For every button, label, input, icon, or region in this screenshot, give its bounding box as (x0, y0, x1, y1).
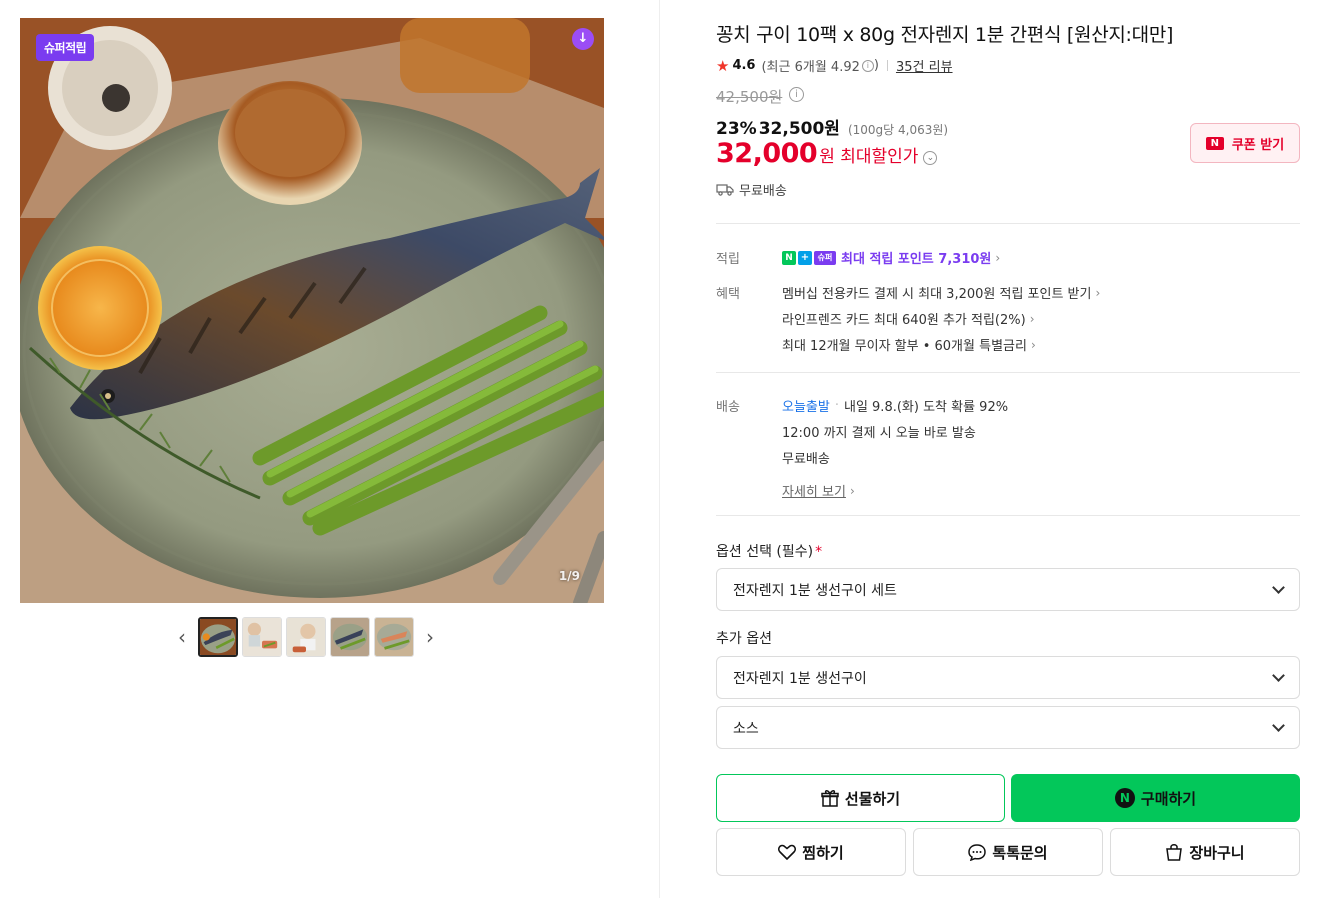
delivery-detail-link[interactable]: 자세히 보기 › (782, 481, 1008, 501)
benefit-item[interactable]: 최대 12개월 무이자 할부 • 60개월 특별금리 › (782, 335, 1100, 355)
benefit-text: 멤버십 전용카드 결제 시 최대 3,200원 적립 포인트 받기 (782, 287, 1092, 302)
cart-button[interactable]: 장바구니 (1110, 828, 1300, 876)
section-divider (716, 223, 1300, 224)
download-icon[interactable]: ↓ (572, 28, 594, 50)
naverpay-plus-super-icon: N + 슈퍼 (782, 250, 836, 265)
thumbnail-4[interactable] (330, 617, 370, 657)
thumbnail-strip: ‹ › (170, 617, 442, 657)
info-icon[interactable]: i (861, 59, 874, 72)
chevron-down-icon (1272, 668, 1285, 682)
heart-icon (778, 844, 797, 860)
extra-option-label: 추가 옵션 (716, 631, 772, 647)
thumbnail-3[interactable] (286, 617, 326, 657)
chevron-down-icon (1272, 718, 1285, 732)
gift-button-label: 선물하기 (844, 789, 901, 808)
shipping-text: 무료배송 (739, 184, 787, 199)
talk-inquiry-button-label: 톡톡문의 (992, 843, 1048, 862)
super-points-badge: 슈퍼적립 (36, 34, 95, 61)
required-option-select[interactable]: 전자렌지 1분 생선구이 세트 (716, 568, 1300, 611)
price-info-icon[interactable]: i (789, 87, 804, 102)
sale-price-row: 23% 32,500원 (100g당 4,063원) (716, 114, 948, 139)
product-main-image[interactable]: 슈퍼적립 ↓ 1/9 (20, 18, 604, 603)
talk-inquiry-button[interactable]: 톡톡문의 (913, 828, 1103, 876)
truck-icon (716, 184, 734, 196)
benefit-text: 라인프렌즈 카드 최대 640원 추가 적립(2%) (782, 313, 1026, 328)
rating-row: ★ 4.6 (최근 6개월 4.92 i ) 35건 리뷰 (716, 56, 953, 76)
chevron-left-icon[interactable]: ‹ (170, 617, 194, 657)
required-option-text: 옵션 선택 (필수) (716, 544, 814, 560)
required-option-label: 옵션 선택 (필수) * (716, 544, 823, 560)
sale-price: 32,500원 (758, 119, 840, 139)
thumbnail-2[interactable] (242, 617, 282, 657)
benefits-row: 혜택 멤버십 전용카드 결제 시 최대 3,200원 적립 포인트 받기 › 라인… (716, 283, 1101, 355)
points-row: 적립 N + 슈퍼 최대 적립 포인트 7,310원 › (716, 248, 1000, 267)
chevron-right-icon: › (1030, 337, 1036, 352)
thumbnail-5[interactable] (374, 617, 414, 657)
section-divider (716, 515, 1300, 516)
today-ship-label: 오늘출발 (782, 400, 830, 415)
review-count-link[interactable]: 35건 리뷰 (896, 56, 953, 75)
delivery-key: 배송 (716, 400, 740, 415)
divider (886, 60, 888, 71)
rating-recent: (최근 6개월 4.92 (761, 60, 860, 75)
original-price: 42,500원 (716, 88, 783, 106)
benefit-item[interactable]: 멤버십 전용카드 결제 시 최대 3,200원 적립 포인트 받기 › (782, 283, 1101, 303)
image-page-indicator: 1/9 (558, 569, 580, 583)
naverpay-icon: N (1114, 788, 1135, 808)
section-divider (716, 372, 1300, 373)
chevron-right-icon[interactable]: › (418, 617, 442, 657)
coupon-icon: N (1205, 136, 1224, 150)
buy-button-label: 구매하기 (1140, 789, 1197, 808)
chevron-right-icon: › (849, 483, 855, 498)
max-discount-row[interactable]: 32,000 원 최대할인가 ⌄ (716, 138, 938, 169)
chevron-down-icon (1272, 580, 1285, 594)
extra-option-value: 소스 (733, 720, 759, 737)
unit-price: (100g당 4,063원) (847, 123, 949, 137)
extra-option-select-1[interactable]: 전자렌지 1분 생선구이 (716, 656, 1300, 699)
chevron-right-icon: › (1095, 285, 1101, 300)
chevron-right-icon: › (1029, 311, 1035, 326)
wishlist-button-label: 찜하기 (802, 843, 844, 862)
chevron-down-icon[interactable]: ⌄ (923, 151, 938, 165)
max-discount-price: 32,000 (716, 138, 818, 169)
star-icon: ★ (716, 56, 730, 75)
chat-bubble-icon (968, 843, 987, 861)
delivery-row: 배송 오늘출발 · 내일 9.8.(화) 도착 확률 92% 12:00 까지 … (716, 398, 1009, 501)
detail-link-text: 자세히 보기 (782, 485, 846, 500)
gift-icon (821, 790, 839, 807)
gift-button[interactable]: 선물하기 (716, 774, 1005, 822)
column-divider (659, 0, 660, 898)
shipping-row: 무료배송 (716, 180, 787, 199)
buy-button[interactable]: N 구매하기 (1011, 774, 1300, 822)
cart-button-label: 장바구니 (1189, 843, 1245, 862)
coupon-button-label: 쿠폰 받기 (1231, 137, 1285, 153)
discount-percent: 23% (716, 119, 757, 139)
extra-option-value: 전자렌지 1분 생선구이 (733, 670, 867, 687)
chevron-right-icon: › (995, 250, 1001, 265)
product-title: 꽁치 구이 10팩 x 80g 전자렌지 1분 간편식 [원산지:대만] (716, 24, 1174, 46)
wishlist-button[interactable]: 찜하기 (716, 828, 906, 876)
points-link[interactable]: N + 슈퍼 최대 적립 포인트 7,310원 › (782, 248, 1000, 267)
grilled-fish-photo (20, 18, 604, 603)
arrival-text: 내일 9.8.(화) 도착 확률 92% (843, 400, 1009, 415)
points-text: 최대 적립 포인트 7,310원 (841, 252, 992, 267)
extra-option-select-2[interactable]: 소스 (716, 706, 1300, 749)
coupon-button[interactable]: N 쿠폰 받기 (1190, 123, 1300, 163)
benefit-item[interactable]: 라인프렌즈 카드 최대 640원 추가 적립(2%) › (782, 309, 1100, 329)
shopping-bag-icon (1166, 844, 1183, 861)
delivery-fee: 무료배송 (782, 452, 830, 467)
benefits-key: 혜택 (716, 287, 740, 302)
rating-value: 4.6 (732, 58, 756, 73)
benefit-text: 최대 12개월 무이자 할부 • 60개월 특별금리 (782, 339, 1027, 354)
cutoff-text: 12:00 까지 결제 시 오늘 바로 발송 (782, 426, 976, 441)
thumbnail-1[interactable] (198, 617, 238, 657)
max-discount-label: 원 최대할인가 (819, 147, 919, 167)
required-option-value: 전자렌지 1분 생선구이 세트 (733, 582, 897, 599)
points-key: 적립 (716, 252, 740, 267)
